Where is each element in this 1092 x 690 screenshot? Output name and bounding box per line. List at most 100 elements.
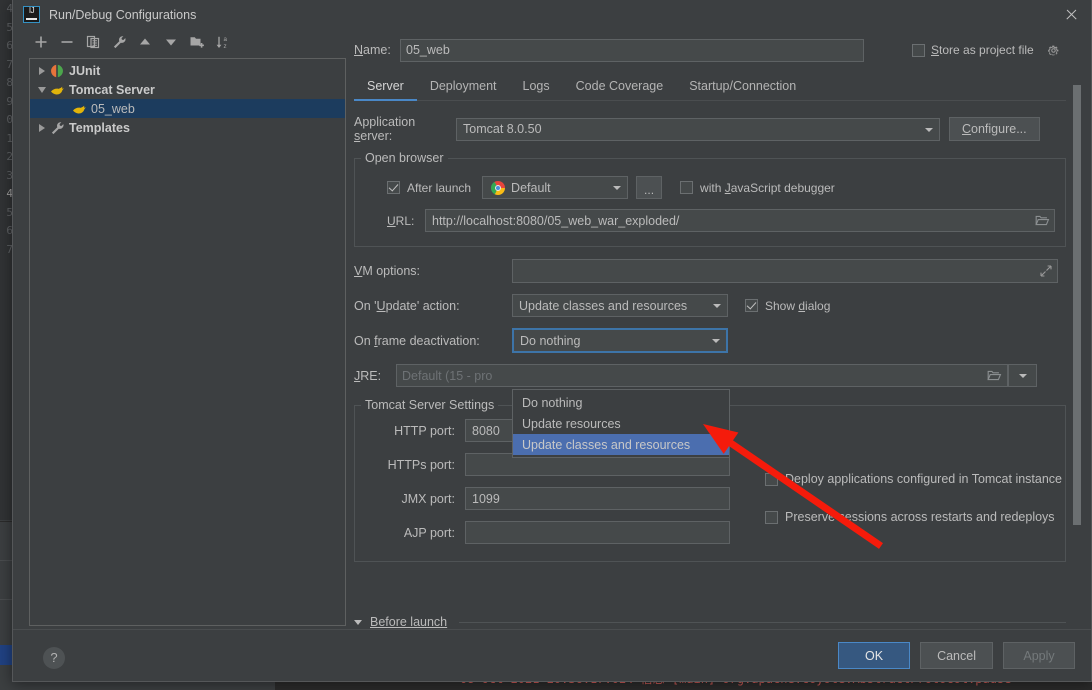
dropdown-option-update-classes-and-resources[interactable]: Update classes and resources — [513, 434, 729, 455]
tab-server[interactable]: Server — [354, 74, 417, 101]
move-up-button[interactable] — [133, 33, 156, 55]
content-scrollbar[interactable] — [1073, 85, 1081, 589]
browser-settings-button[interactable]: ... — [636, 176, 663, 199]
footer-divider — [13, 629, 1091, 630]
after-launch-checkbox[interactable] — [387, 181, 400, 194]
name-label: Name: — [354, 43, 391, 57]
folder-icon[interactable] — [1035, 214, 1050, 227]
screen-root: 45678901234567 08-Oct-2021 20:36:17.024 … — [0, 0, 1092, 690]
jre-input[interactable]: Default (15 - pro — [396, 364, 1008, 387]
dropdown-option-do-nothing[interactable]: Do nothing — [513, 392, 729, 413]
on-update-action-label: On 'Update' action: — [354, 298, 460, 313]
folder-icon[interactable] — [987, 369, 1002, 382]
deploy-applications-label: Deploy applications configured in Tomcat… — [785, 472, 1063, 486]
vm-options-row: VM options: — [354, 259, 1066, 283]
dialog-titlebar: Run/Debug Configurations — [13, 0, 1091, 29]
after-launch-row: After launch Default ... with JavaScript… — [387, 176, 1055, 199]
configuration-tabs: Server Deployment Logs Code Coverage Startup… — [354, 74, 1066, 101]
configurations-tree[interactable]: JUnit Tomcat Server 05_web Templates — [29, 58, 346, 626]
ajpport-input[interactable] — [465, 521, 730, 544]
tree-item-05-web[interactable]: 05_web — [30, 99, 345, 118]
vm-options-input[interactable] — [512, 259, 1058, 283]
browser-value: Default — [511, 180, 551, 195]
folder-add-icon — [189, 34, 205, 53]
copy-configuration-button[interactable] — [81, 33, 104, 55]
before-launch-label: Before launch — [370, 615, 448, 629]
jre-dropdown-button[interactable] — [1008, 364, 1037, 387]
configure-button[interactable]: Configure... — [949, 117, 1040, 141]
before-launch-section[interactable]: Before launch — [354, 615, 1066, 629]
gear-icon[interactable] — [1047, 44, 1060, 57]
move-down-button[interactable] — [159, 33, 182, 55]
javascript-debugger-checkbox[interactable] — [680, 181, 694, 194]
tree-item-label: JUnit — [69, 63, 101, 78]
chevron-down-icon[interactable] — [36, 83, 49, 96]
edit-templates-button[interactable] — [107, 33, 130, 55]
store-as-project-file-checkbox[interactable] — [912, 43, 925, 57]
show-dialog-checkbox[interactable] — [745, 299, 758, 312]
chrome-icon — [491, 180, 506, 195]
close-icon[interactable] — [1057, 3, 1085, 27]
preserve-sessions-row[interactable]: Preserve sessions across restarts and re… — [765, 510, 1055, 524]
store-as-project-file-row[interactable]: Store as project file — [912, 43, 1060, 57]
chevron-down-icon — [607, 177, 627, 198]
javascript-debugger-label: with JavaScript debugger — [700, 180, 835, 195]
open-browser-group: Open browser After launch Default ... wi… — [354, 151, 1066, 247]
tab-deployment[interactable]: Deployment — [417, 74, 510, 100]
new-folder-button[interactable] — [185, 33, 208, 55]
port-label: AJP port: — [403, 525, 455, 540]
on-update-action-combo[interactable]: Update classes and resources — [512, 294, 728, 317]
tab-logs[interactable]: Logs — [510, 74, 563, 100]
tree-item-label: Tomcat Server — [69, 82, 155, 97]
configuration-editor-panel: Name: 05_web Store as project file Serve… — [354, 29, 1091, 681]
dropdown-option-update-resources[interactable]: Update resources — [513, 413, 729, 434]
cancel-button[interactable]: Cancel — [920, 642, 993, 669]
tab-startup-connection[interactable]: Startup/Connection — [676, 74, 809, 100]
open-browser-group-title: Open browser — [361, 151, 448, 165]
deploy-applications-row[interactable]: Deploy applications configured in Tomcat… — [765, 472, 1062, 486]
help-button[interactable]: ? — [43, 647, 65, 669]
deploy-applications-checkbox[interactable] — [765, 472, 778, 486]
on-frame-deactivation-dropdown-list[interactable]: Do nothing Update resources Update classes… — [512, 389, 730, 458]
intellij-idea-logo-icon — [23, 6, 40, 23]
apply-button[interactable]: Apply — [1003, 642, 1075, 669]
chevron-right-icon[interactable] — [36, 64, 49, 77]
svg-text:z: z — [223, 43, 226, 50]
wrench-icon — [49, 120, 65, 136]
ok-button[interactable]: OK — [838, 642, 911, 669]
name-input[interactable]: 05_web — [400, 38, 864, 62]
jmxport-input[interactable]: 1099 — [465, 487, 730, 510]
url-input[interactable]: http://localhost:8080/05_web_war_explode… — [425, 209, 1055, 232]
application-server-combo[interactable]: Tomcat 8.0.50 — [456, 117, 940, 141]
tab-code-coverage[interactable]: Code Coverage — [563, 74, 677, 100]
chevron-down-icon — [919, 119, 939, 140]
server-tab-content: Application server: Tomcat 8.0.50 Config… — [354, 115, 1066, 562]
url-row: URL: http://localhost:8080/05_web_war_ex… — [387, 209, 1055, 232]
browser-combo[interactable]: Default — [482, 176, 629, 199]
vm-options-label: VM options: — [354, 264, 421, 278]
on-frame-deactivation-combo[interactable]: Do nothing — [512, 328, 728, 353]
add-configuration-button[interactable] — [29, 33, 52, 55]
chevron-down-icon — [1013, 365, 1033, 386]
port-label: HTTPs port: — [387, 457, 455, 472]
tree-item-junit[interactable]: JUnit — [30, 61, 345, 80]
port-row: AJP port: — [365, 521, 1055, 544]
expand-icon[interactable] — [1040, 265, 1052, 277]
application-server-value: Tomcat 8.0.50 — [463, 122, 542, 136]
preserve-sessions-checkbox[interactable] — [765, 510, 778, 524]
plus-icon — [33, 34, 49, 53]
application-server-row: Application server: Tomcat 8.0.50 Config… — [354, 115, 1066, 143]
jre-value: Default (15 - pro — [402, 368, 493, 383]
sort-configurations-button[interactable]: az — [211, 33, 234, 55]
tree-item-tomcat-server[interactable]: Tomcat Server — [30, 80, 345, 99]
run-debug-configurations-dialog: Run/Debug Configurations az JUnit Tomcat … — [12, 0, 1092, 682]
on-update-action-value: Update classes and resources — [519, 298, 688, 313]
chevron-right-icon[interactable] — [36, 121, 49, 134]
url-value: http://localhost:8080/05_web_war_explode… — [432, 213, 680, 228]
remove-configuration-button[interactable] — [55, 33, 78, 55]
jre-label: JRE: — [354, 368, 382, 383]
scrollbar-thumb[interactable] — [1073, 85, 1081, 525]
tree-item-templates[interactable]: Templates — [30, 118, 345, 137]
chevron-down-icon[interactable] — [354, 617, 364, 627]
